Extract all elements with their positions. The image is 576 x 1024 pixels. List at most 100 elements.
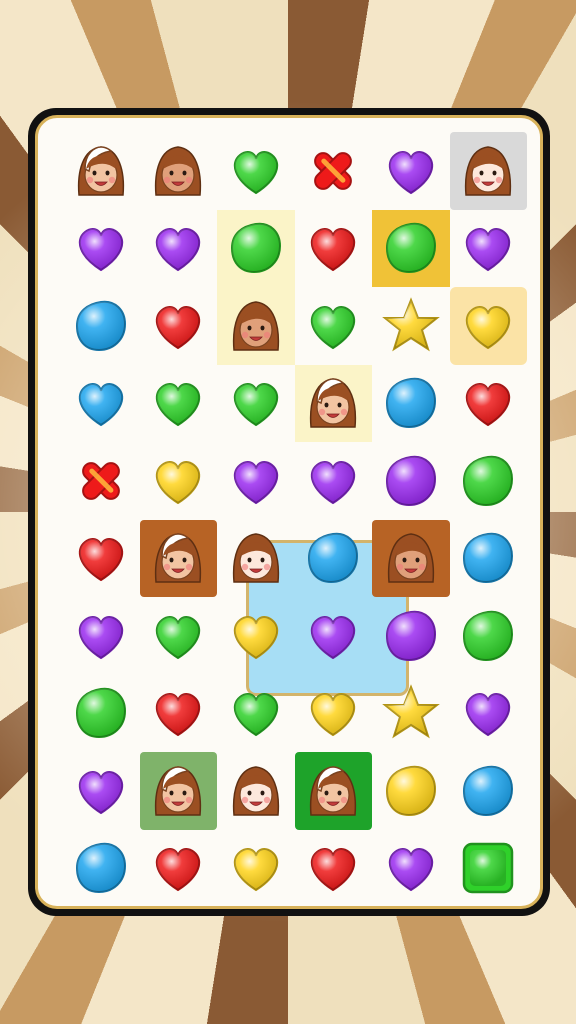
- candy-grid: [62, 132, 528, 907]
- board-cell[interactable]: [372, 132, 450, 210]
- board-cell[interactable]: [217, 365, 295, 443]
- red-heart-candy-icon: [156, 693, 201, 737]
- board-cell[interactable]: [294, 364, 372, 442]
- board-cell[interactable]: [450, 675, 528, 753]
- board-inner: [35, 115, 543, 909]
- board-cell[interactable]: [217, 830, 295, 907]
- purple-heart-candy-icon: [311, 460, 356, 504]
- board-cell[interactable]: [450, 830, 528, 907]
- board-cell[interactable]: [217, 287, 295, 365]
- blue-blob-candy-icon: [75, 843, 126, 894]
- board-cell[interactable]: [372, 830, 450, 907]
- board-cell[interactable]: [62, 132, 140, 210]
- board-cell[interactable]: [217, 442, 295, 520]
- board-cell[interactable]: [62, 287, 140, 365]
- face-tile-hood-icon: [310, 765, 357, 816]
- green-blob-candy-icon: [385, 223, 436, 274]
- board-cell[interactable]: [372, 752, 450, 830]
- board-cell[interactable]: [450, 365, 528, 443]
- board-cell[interactable]: [62, 752, 140, 830]
- board-cell[interactable]: [450, 752, 528, 830]
- face-tile-hood-icon: [310, 378, 357, 428]
- board-cell[interactable]: [449, 132, 527, 210]
- board-cell[interactable]: [372, 442, 450, 520]
- board-cell[interactable]: [295, 830, 373, 907]
- face-tile-light-icon: [232, 765, 279, 816]
- green-heart-candy-icon: [233, 383, 278, 427]
- board-cell[interactable]: [62, 520, 140, 598]
- face-tile-hood-icon: [77, 145, 124, 196]
- board-cell[interactable]: [140, 597, 218, 675]
- purple-heart-candy-icon: [156, 228, 201, 272]
- board-cell[interactable]: [294, 752, 372, 830]
- board-cell[interactable]: [295, 520, 373, 598]
- board-cell[interactable]: [139, 752, 217, 830]
- yellow-star-candy-icon: [381, 684, 440, 739]
- board-cell[interactable]: [372, 519, 450, 597]
- board-cell[interactable]: [295, 442, 373, 520]
- board-cell[interactable]: [140, 287, 218, 365]
- board-cell[interactable]: [62, 210, 140, 288]
- board-cell[interactable]: [295, 287, 373, 365]
- blue-blob-candy-icon: [75, 300, 126, 351]
- board-cell[interactable]: [62, 675, 140, 753]
- board-cell[interactable]: [140, 210, 218, 288]
- yellow-blob-candy-icon: [385, 765, 436, 816]
- board-cell[interactable]: [217, 520, 295, 598]
- board-cell[interactable]: [450, 520, 528, 598]
- red-heart-candy-icon: [156, 305, 201, 349]
- yellow-heart-candy-icon: [311, 693, 356, 737]
- board-cell[interactable]: [62, 442, 140, 520]
- board-cell[interactable]: [217, 597, 295, 675]
- board-cell[interactable]: [217, 675, 295, 753]
- board-cell[interactable]: [217, 209, 295, 287]
- board-cell[interactable]: [372, 209, 450, 287]
- board-cell[interactable]: [295, 210, 373, 288]
- face-tile-light-icon: [232, 533, 279, 583]
- board-cell[interactable]: [62, 365, 140, 443]
- board-cell[interactable]: [372, 675, 450, 753]
- green-heart-candy-icon: [233, 693, 278, 737]
- green-heart-candy-icon: [156, 615, 201, 659]
- face-tile-hood-icon: [155, 533, 202, 583]
- board-cell[interactable]: [372, 597, 450, 675]
- face-tile-dark-icon: [387, 533, 434, 583]
- yellow-star-candy-icon: [381, 296, 440, 352]
- green-blob-candy-icon: [463, 610, 514, 661]
- purple-heart-candy-icon: [388, 848, 433, 892]
- board-cell[interactable]: [295, 597, 373, 675]
- yellow-heart-candy-icon: [466, 305, 511, 349]
- board-cell[interactable]: [140, 442, 218, 520]
- board-cell[interactable]: [450, 210, 528, 288]
- board-cell[interactable]: [62, 830, 140, 907]
- board-cell[interactable]: [217, 752, 295, 830]
- blue-blob-candy-icon: [308, 533, 359, 584]
- board-cell[interactable]: [62, 597, 140, 675]
- face-tile-hood-icon: [155, 765, 202, 816]
- board-cell[interactable]: [140, 675, 218, 753]
- purple-heart-candy-icon: [388, 150, 433, 194]
- board-cell[interactable]: [140, 365, 218, 443]
- green-heart-candy-icon: [233, 150, 278, 194]
- face-tile-dark-icon: [155, 145, 202, 196]
- board-cell[interactable]: [140, 830, 218, 907]
- yellow-heart-candy-icon: [233, 848, 278, 892]
- board-cell[interactable]: [450, 442, 528, 520]
- board-cell[interactable]: [372, 287, 450, 365]
- green-heart-candy-icon: [156, 383, 201, 427]
- green-heart-candy-icon: [311, 305, 356, 349]
- board-cell[interactable]: [140, 132, 218, 210]
- purple-heart-candy-icon: [311, 615, 356, 659]
- red-heart-candy-icon: [466, 383, 511, 427]
- green-blob-candy-icon: [230, 223, 281, 274]
- board-cell[interactable]: [139, 519, 217, 597]
- board-cell[interactable]: [372, 365, 450, 443]
- board-cell[interactable]: [217, 132, 295, 210]
- purple-heart-candy-icon: [466, 228, 511, 272]
- purple-heart-candy-icon: [78, 615, 123, 659]
- board-cell[interactable]: [449, 287, 527, 365]
- green-square-candy-icon: [463, 843, 514, 894]
- board-cell[interactable]: [295, 132, 373, 210]
- board-cell[interactable]: [295, 675, 373, 753]
- board-cell[interactable]: [450, 597, 528, 675]
